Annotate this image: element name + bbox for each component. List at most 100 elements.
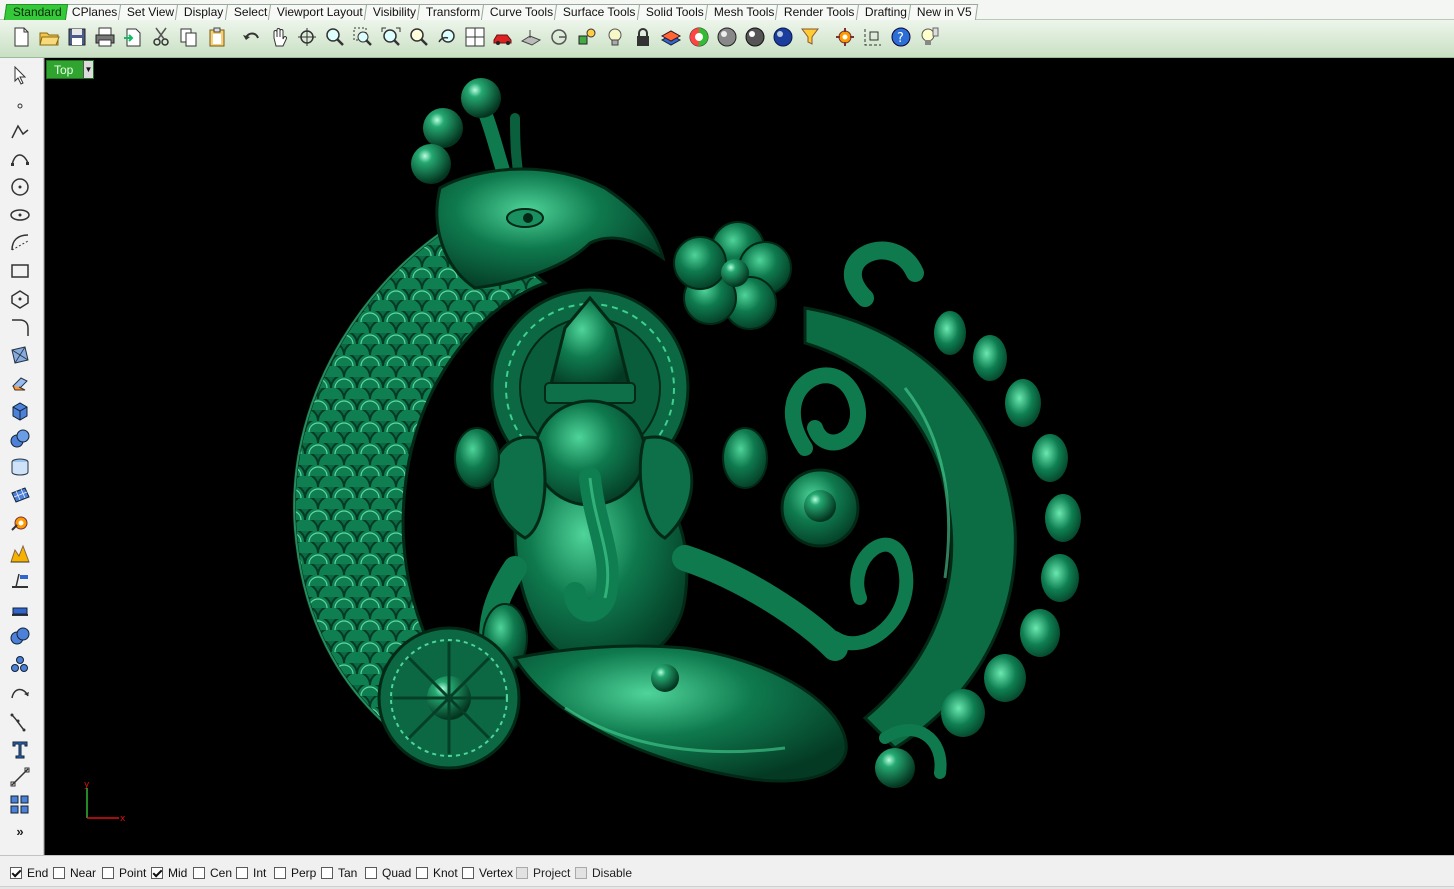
ellipse-icon[interactable] xyxy=(6,201,34,229)
viewport-dropdown-icon[interactable]: ▼ xyxy=(83,61,93,78)
import-icon[interactable] xyxy=(119,23,147,51)
tab-new-in-v5[interactable]: New in V5 xyxy=(907,4,978,20)
zoom-window-icon[interactable] xyxy=(349,23,377,51)
tab-select[interactable]: Select xyxy=(224,4,274,20)
osnap-checkbox[interactable] xyxy=(365,867,377,879)
tab-render-tools[interactable]: Render Tools xyxy=(774,4,861,20)
osnap-checkbox[interactable] xyxy=(151,867,163,879)
osnap-checkbox[interactable] xyxy=(416,867,428,879)
print-icon[interactable] xyxy=(91,23,119,51)
osnap-cen[interactable]: Cen xyxy=(193,865,232,881)
tab-viewport-layout[interactable]: Viewport Layout xyxy=(267,4,369,20)
dimension-line-icon[interactable] xyxy=(6,763,34,791)
more-tools-button[interactable]: » xyxy=(6,817,34,845)
osnap-checkbox[interactable] xyxy=(321,867,333,879)
save-disk-icon[interactable] xyxy=(63,23,91,51)
osnap-checkbox[interactable] xyxy=(10,867,22,879)
osnap-checkbox[interactable] xyxy=(516,867,528,879)
polyline-icon[interactable] xyxy=(6,117,34,145)
rectangle-icon[interactable] xyxy=(6,257,34,285)
solid-spheres-icon[interactable] xyxy=(6,425,34,453)
tab-surface-tools[interactable]: Surface Tools xyxy=(554,4,642,20)
curve-point-edit-icon[interactable] xyxy=(6,707,34,735)
copy-icon[interactable] xyxy=(175,23,203,51)
osnap-disable[interactable]: Disable xyxy=(575,865,632,881)
circle-icon[interactable] xyxy=(6,173,34,201)
cylinder-icon[interactable] xyxy=(6,453,34,481)
cut-scissors-icon[interactable] xyxy=(147,23,175,51)
osnap-checkbox[interactable] xyxy=(102,867,114,879)
tab-set-view[interactable]: Set View xyxy=(117,4,181,20)
layers-icon[interactable] xyxy=(657,23,685,51)
zoom-dynamic-icon[interactable] xyxy=(321,23,349,51)
osnap-tan[interactable]: Tan xyxy=(321,865,357,881)
tab-standard[interactable]: Standard xyxy=(3,4,68,20)
select-arrow-icon[interactable] xyxy=(6,61,34,89)
osnap-project[interactable]: Project xyxy=(516,865,570,881)
split-icon[interactable] xyxy=(6,595,34,623)
osnap-checkbox[interactable] xyxy=(53,867,65,879)
tab-mesh-tools[interactable]: Mesh Tools xyxy=(704,4,781,20)
osnap-vertex[interactable]: Vertex xyxy=(462,865,513,881)
tab-drafting[interactable]: Drafting xyxy=(855,4,913,20)
car-icon[interactable] xyxy=(489,23,517,51)
osnap-checkbox[interactable] xyxy=(575,867,587,879)
text-icon[interactable] xyxy=(6,735,34,763)
transform-gear-icon[interactable] xyxy=(6,509,34,537)
osnap-int[interactable]: Int xyxy=(236,865,266,881)
dimension-icon[interactable] xyxy=(859,23,887,51)
zoom-selected-icon[interactable] xyxy=(405,23,433,51)
osnap-checkbox[interactable] xyxy=(236,867,248,879)
zoom-extents-icon[interactable] xyxy=(377,23,405,51)
top-viewport[interactable]: Top ▼ y x xyxy=(44,58,1454,855)
select-filter-icon[interactable] xyxy=(797,23,825,51)
paste-clipboard-icon[interactable] xyxy=(203,23,231,51)
color-wheel-icon[interactable] xyxy=(685,23,713,51)
osnap-mid[interactable]: Mid xyxy=(151,865,187,881)
osnap-near[interactable]: Near xyxy=(53,865,96,881)
arc-icon[interactable] xyxy=(6,229,34,257)
grid-snap-icon[interactable] xyxy=(545,23,573,51)
osnap-checkbox[interactable] xyxy=(274,867,286,879)
pan-hand-icon[interactable] xyxy=(265,23,293,51)
polygon-icon[interactable] xyxy=(6,285,34,313)
osnap-end[interactable]: End xyxy=(10,865,48,881)
tips-lightbulb-icon[interactable] xyxy=(915,23,943,51)
render-preview-icon[interactable] xyxy=(769,23,797,51)
grid-array-icon[interactable] xyxy=(6,791,34,819)
osnap-point[interactable]: Point xyxy=(102,865,146,881)
cplane-icon[interactable] xyxy=(517,23,545,51)
tab-solid-tools[interactable]: Solid Tools xyxy=(636,4,710,20)
viewport-title-tab[interactable]: Top ▼ xyxy=(46,60,94,79)
help-icon[interactable]: ? xyxy=(887,23,915,51)
lock-icon[interactable] xyxy=(629,23,657,51)
fillet-curve-icon[interactable] xyxy=(6,313,34,341)
open-folder-icon[interactable] xyxy=(35,23,63,51)
osnap-perp[interactable]: Perp xyxy=(274,865,316,881)
solid-box-icon[interactable] xyxy=(6,397,34,425)
point-icon[interactable] xyxy=(6,89,34,117)
tab-transform[interactable]: Transform xyxy=(416,4,487,20)
surface-corners-icon[interactable] xyxy=(6,341,34,369)
curve-control-points-icon[interactable] xyxy=(6,145,34,173)
rotate-view-icon[interactable] xyxy=(293,23,321,51)
undo-icon[interactable] xyxy=(237,23,265,51)
rendered-sphere-icon[interactable] xyxy=(741,23,769,51)
light-bulb-icon[interactable] xyxy=(601,23,629,51)
settings-gear-icon[interactable] xyxy=(831,23,859,51)
tab-visibility[interactable]: Visibility xyxy=(363,4,423,20)
explode-icon[interactable] xyxy=(6,539,34,567)
shaded-sphere-icon[interactable] xyxy=(713,23,741,51)
tab-cplanes[interactable]: CPlanes xyxy=(62,4,124,20)
rebuild-curve-icon[interactable] xyxy=(6,679,34,707)
trim-icon[interactable] xyxy=(6,567,34,595)
osnap-checkbox[interactable] xyxy=(193,867,205,879)
point-cloud-icon[interactable] xyxy=(6,651,34,679)
boolean-union-icon[interactable] xyxy=(6,623,34,651)
ganesha-peacock-relief-model[interactable] xyxy=(45,58,1454,855)
osnap-knot[interactable]: Knot xyxy=(416,865,458,881)
four-viewports-icon[interactable] xyxy=(461,23,489,51)
osnap-quad[interactable]: Quad xyxy=(365,865,411,881)
mesh-plane-icon[interactable] xyxy=(6,481,34,509)
undo-view-icon[interactable] xyxy=(433,23,461,51)
